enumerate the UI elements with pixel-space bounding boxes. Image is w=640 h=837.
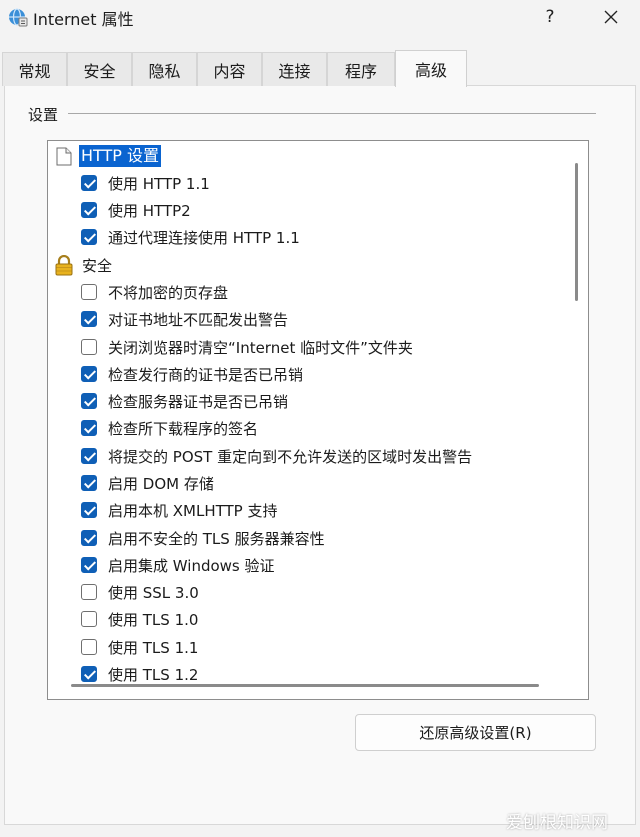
- setting-empty-temp-folder[interactable]: 关闭浏览器时清空“Internet 临时文件”文件夹: [48, 334, 588, 360]
- setting-label: 不将加密的页存盘: [108, 284, 229, 302]
- settings-tree[interactable]: HTTP 设置 使用 HTTP 1.1 使用 HTTP2 通过代理连接使用 HT…: [47, 140, 589, 700]
- setting-label: 使用 TLS 1.0: [108, 611, 199, 629]
- setting-label: 使用 HTTP2: [108, 202, 191, 220]
- checkbox[interactable]: [81, 475, 97, 491]
- checkbox[interactable]: [81, 393, 97, 409]
- category-http-settings[interactable]: HTTP 设置: [48, 143, 588, 169]
- tab-connections[interactable]: 连接: [262, 52, 327, 86]
- title-bar: Internet 属性 ?: [0, 0, 640, 34]
- watermark: 爱刨根知识网: [506, 813, 608, 833]
- setting-label: 检查发行商的证书是否已吊销: [108, 366, 304, 384]
- checkbox[interactable]: [81, 284, 97, 300]
- window-title: Internet 属性: [33, 10, 134, 29]
- category-label: HTTP 设置: [79, 145, 162, 167]
- group-divider: [68, 113, 596, 114]
- setting-use-http11[interactable]: 使用 HTTP 1.1: [48, 170, 588, 196]
- setting-check-server-revocation[interactable]: 检查服务器证书是否已吊销: [48, 388, 588, 414]
- lock-icon: [55, 255, 73, 276]
- checkbox[interactable]: [81, 229, 97, 245]
- checkbox[interactable]: [81, 366, 97, 382]
- restore-advanced-settings-button[interactable]: 还原高级设置(R): [355, 714, 596, 751]
- setting-label: 通过代理连接使用 HTTP 1.1: [108, 229, 300, 247]
- page-icon: [56, 147, 72, 166]
- setting-ssl30[interactable]: 使用 SSL 3.0: [48, 579, 588, 605]
- setting-label: 关闭浏览器时清空“Internet 临时文件”文件夹: [108, 339, 413, 357]
- category-security[interactable]: 安全: [48, 252, 588, 278]
- tab-security[interactable]: 安全: [67, 52, 132, 86]
- setting-no-save-encrypted[interactable]: 不将加密的页存盘: [48, 279, 588, 305]
- tab-strip: 常规 安全 隐私 内容 连接 程序 高级: [0, 50, 640, 87]
- checkbox[interactable]: [81, 530, 97, 546]
- setting-proxy-http11[interactable]: 通过代理连接使用 HTTP 1.1: [48, 224, 588, 250]
- setting-label: 检查所下载程序的签名: [108, 420, 259, 438]
- setting-label: 启用不安全的 TLS 服务器兼容性: [108, 530, 325, 548]
- internet-options-icon: [9, 8, 28, 27]
- setting-native-xmlhttp[interactable]: 启用本机 XMLHTTP 支持: [48, 497, 588, 523]
- setting-label: 启用集成 Windows 验证: [108, 557, 275, 575]
- setting-label: 使用 TLS 1.1: [108, 639, 199, 657]
- close-button[interactable]: [588, 0, 634, 34]
- checkbox[interactable]: [81, 448, 97, 464]
- setting-insecure-tls-compat[interactable]: 启用不安全的 TLS 服务器兼容性: [48, 525, 588, 551]
- checkbox[interactable]: [81, 311, 97, 327]
- setting-post-redirect-warning[interactable]: 将提交的 POST 重定向到不允许发送的区域时发出警告: [48, 443, 588, 469]
- checkbox[interactable]: [81, 584, 97, 600]
- setting-check-download-signatures[interactable]: 检查所下载程序的签名: [48, 415, 588, 441]
- checkbox[interactable]: [81, 502, 97, 518]
- setting-label: 启用 DOM 存储: [108, 475, 214, 493]
- checkbox[interactable]: [81, 175, 97, 191]
- category-label: 安全: [82, 257, 113, 275]
- tab-programs[interactable]: 程序: [327, 52, 395, 86]
- setting-label: 检查服务器证书是否已吊销: [108, 393, 289, 411]
- setting-label: 将提交的 POST 重定向到不允许发送的区域时发出警告: [108, 448, 473, 466]
- setting-label: 使用 SSL 3.0: [108, 584, 199, 602]
- setting-dom-storage[interactable]: 启用 DOM 存储: [48, 470, 588, 496]
- checkbox[interactable]: [81, 420, 97, 436]
- setting-tls11[interactable]: 使用 TLS 1.1: [48, 634, 588, 660]
- setting-check-publisher-revocation[interactable]: 检查发行商的证书是否已吊销: [48, 361, 588, 387]
- help-button[interactable]: ?: [530, 0, 570, 34]
- checkbox[interactable]: [81, 557, 97, 573]
- tab-advanced[interactable]: 高级: [395, 50, 467, 87]
- close-icon: [604, 10, 618, 24]
- tab-general[interactable]: 常规: [2, 52, 67, 86]
- setting-use-http2[interactable]: 使用 HTTP2: [48, 197, 588, 223]
- checkbox[interactable]: [81, 202, 97, 218]
- checkbox[interactable]: [81, 611, 97, 627]
- tab-content[interactable]: 内容: [197, 52, 262, 86]
- checkbox[interactable]: [81, 639, 97, 655]
- setting-label: 启用本机 XMLHTTP 支持: [108, 502, 278, 520]
- tab-privacy[interactable]: 隐私: [132, 52, 197, 86]
- settings-group-label: 设置: [28, 106, 59, 124]
- horizontal-scrollbar[interactable]: [71, 684, 539, 687]
- setting-cert-mismatch-warning[interactable]: 对证书地址不匹配发出警告: [48, 306, 588, 332]
- setting-tls10[interactable]: 使用 TLS 1.0: [48, 606, 588, 632]
- setting-label: 对证书地址不匹配发出警告: [108, 311, 289, 329]
- setting-label: 使用 TLS 1.2: [108, 666, 199, 684]
- vertical-scrollbar[interactable]: [575, 163, 578, 301]
- checkbox[interactable]: [81, 666, 97, 682]
- setting-label: 使用 HTTP 1.1: [108, 175, 210, 193]
- setting-integrated-windows-auth[interactable]: 启用集成 Windows 验证: [48, 552, 588, 578]
- checkbox[interactable]: [81, 339, 97, 355]
